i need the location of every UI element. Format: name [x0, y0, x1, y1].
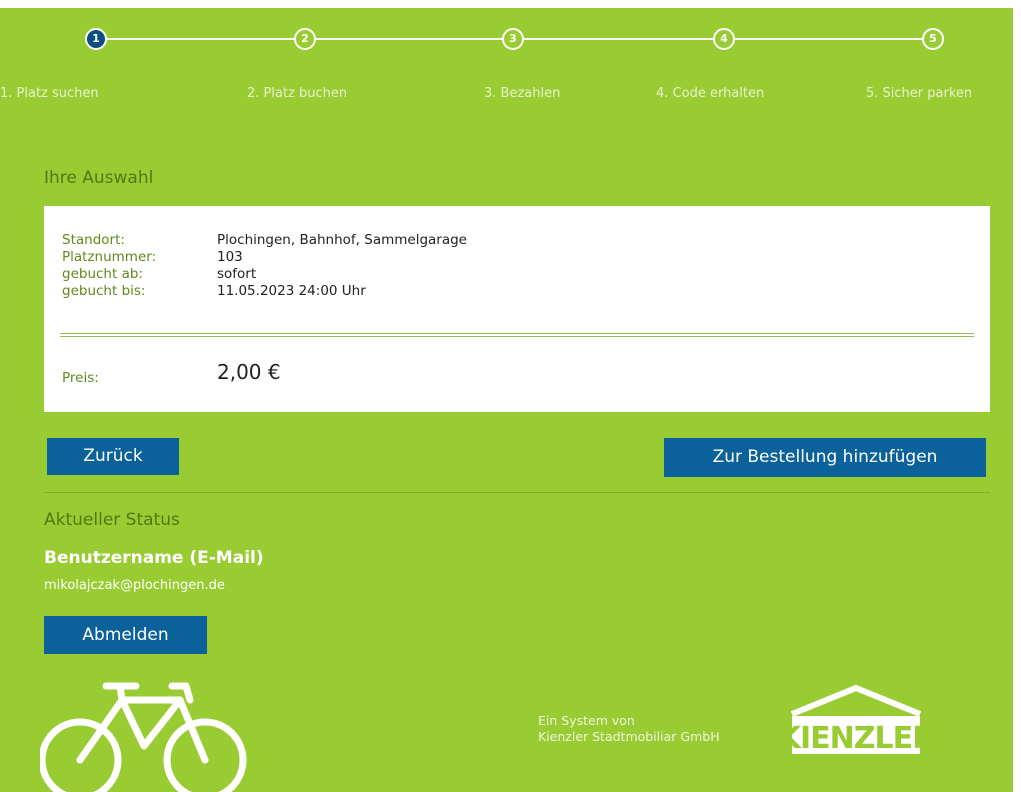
- add-to-order-button[interactable]: Zur Bestellung hinzufügen: [664, 438, 986, 477]
- row-space-number: Platznummer: 103: [62, 249, 243, 266]
- price-value: 2,00 €: [217, 360, 281, 384]
- selection-card: Standort: Plochingen, Bahnhof, Sammelgara…: [44, 206, 990, 412]
- booked-until-label: gebucht bis:: [62, 283, 146, 299]
- step-2-circle: 2: [294, 28, 316, 50]
- row-booked-until: gebucht bis: 11.05.2023 24:00 Uhr: [62, 283, 366, 300]
- footer-line-1: Ein System von: [538, 713, 635, 728]
- step-4-circle: 4: [713, 28, 735, 50]
- logo-text: KIENZLER: [788, 721, 924, 756]
- status-title: Aktueller Status: [44, 510, 180, 530]
- row-location: Standort: Plochingen, Bahnhof, Sammelgara…: [62, 232, 467, 249]
- card-divider: [60, 333, 974, 337]
- back-button[interactable]: Zurück: [47, 438, 179, 475]
- location-value: Plochingen, Bahnhof, Sammelgarage: [217, 232, 467, 248]
- step-2-label: 2. Platz buchen: [247, 86, 348, 101]
- step-4-label: 4. Code erhalten: [656, 86, 765, 101]
- step-1-label: 1. Platz suchen: [0, 86, 99, 101]
- location-label: Standort:: [62, 232, 125, 248]
- username-value: mikolajczak@plochingen.de: [44, 578, 225, 593]
- price-label: Preis:: [62, 370, 99, 386]
- footer-credit: Ein System von Kienzler Stadtmobiliar Gm…: [538, 713, 720, 745]
- main-panel: 1 2 3 4 5 1. Platz suchen 2. Platz buche…: [0, 8, 1013, 792]
- space-number-value: 103: [217, 249, 243, 265]
- step-3-circle: 3: [502, 28, 524, 50]
- step-1-circle: 1: [85, 28, 107, 50]
- row-booked-from: gebucht ab: sofort: [62, 266, 256, 283]
- kienzler-logo: KIENZLER: [788, 684, 924, 756]
- step-5-label: 5. Sicher parken: [866, 86, 973, 101]
- step-3-label: 3. Bezahlen: [484, 86, 561, 101]
- booked-from-label: gebucht ab:: [62, 266, 143, 282]
- step-5-circle: 5: [922, 28, 944, 50]
- booked-from-value: sofort: [217, 266, 257, 282]
- username-label: Benutzername (E-Mail): [44, 548, 264, 568]
- bicycle-icon: [40, 682, 247, 792]
- booked-until-value: 11.05.2023 24:00 Uhr: [217, 283, 366, 299]
- space-number-label: Platznummer:: [62, 249, 157, 265]
- page: 1 2 3 4 5 1. Platz suchen 2. Platz buche…: [0, 0, 1021, 792]
- selection-title: Ihre Auswahl: [44, 168, 154, 188]
- logout-button[interactable]: Abmelden: [44, 616, 207, 654]
- footer-line-2: Kienzler Stadtmobiliar GmbH: [538, 729, 720, 744]
- section-divider: [44, 492, 990, 493]
